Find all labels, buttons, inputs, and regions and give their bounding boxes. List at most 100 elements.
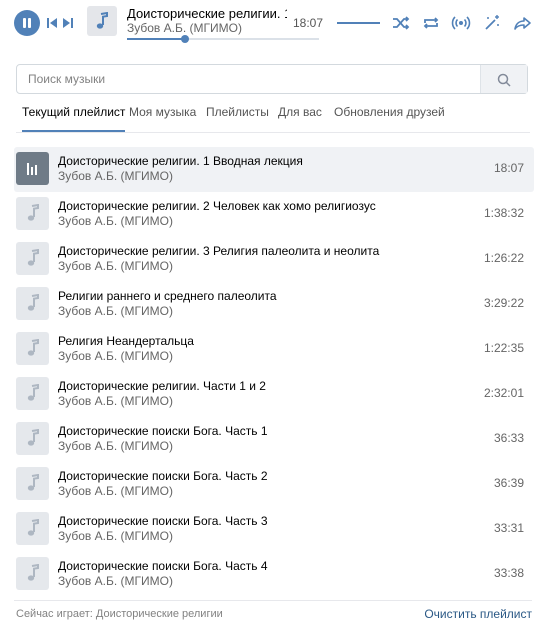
track-title[interactable]: Религия Неандертальца xyxy=(58,334,194,348)
track-artist[interactable]: Зубов А.Б. (МГИМО) xyxy=(58,574,173,588)
progress-fill xyxy=(127,38,185,40)
music-note-icon xyxy=(27,564,39,581)
track-artist[interactable]: Зубов А.Б. (МГИМО) xyxy=(58,304,173,318)
tab-playlists[interactable]: Плейлисты xyxy=(206,105,269,132)
music-note-icon xyxy=(27,249,39,266)
tab-friends-updates[interactable]: Обновления друзей xyxy=(334,105,445,132)
track-artist[interactable]: Зубов А.Б. (МГИМО) xyxy=(58,439,173,453)
track-row[interactable]: Доисторические поиски Бога. Часть 3 Зубо… xyxy=(14,507,534,552)
track-title[interactable]: Доисторические поиски Бога. Часть 4 xyxy=(58,559,268,573)
tab-my-music[interactable]: Моя музыка xyxy=(129,105,196,132)
volume-slider[interactable] xyxy=(337,22,380,24)
track-row[interactable]: Религия Неандертальца Зубов А.Б. (МГИМО)… xyxy=(14,327,534,372)
track-cover[interactable] xyxy=(16,287,49,320)
repeat-icon xyxy=(423,17,439,29)
now-playing-cover xyxy=(87,6,117,36)
search-input[interactable] xyxy=(17,65,483,93)
track-cover[interactable] xyxy=(16,512,49,545)
now-playing-title[interactable]: Доисторические религии. 1 … xyxy=(127,6,287,21)
track-duration: 33:31 xyxy=(493,521,524,535)
track-duration: 36:39 xyxy=(493,476,524,490)
track-title[interactable]: Доисторические религии. 3 Религия палеол… xyxy=(58,244,379,258)
pause-icon xyxy=(23,18,26,28)
track-cover[interactable] xyxy=(16,197,49,230)
track-artist[interactable]: Зубов А.Б. (МГИМО) xyxy=(58,259,173,273)
playlist-footer: Сейчас играет: Доисторические религии Оч… xyxy=(14,600,532,626)
track-title[interactable]: Доисторические поиски Бога. Часть 2 xyxy=(58,469,268,483)
clear-playlist-button[interactable]: Очистить плейлист xyxy=(424,607,532,621)
track-cover[interactable] xyxy=(16,377,49,410)
music-note-icon xyxy=(27,339,39,356)
track-title[interactable]: Доисторические поиски Бога. Часть 1 xyxy=(58,424,268,438)
track-artist[interactable]: Зубов А.Б. (МГИМО) xyxy=(58,484,173,498)
audio-player-bar: Доисторические религии. 1 … Зубов А.Б. (… xyxy=(0,0,545,48)
track-row[interactable]: Доисторические религии. 3 Религия палеол… xyxy=(14,237,534,282)
search-icon xyxy=(497,73,511,87)
track-row[interactable]: Доисторические поиски Бога. Часть 4 Зубо… xyxy=(14,552,534,597)
track-row[interactable]: Доисторические поиски Бога. Часть 2 Зубо… xyxy=(14,462,534,507)
previous-button[interactable] xyxy=(46,16,58,30)
broadcast-icon xyxy=(451,16,471,30)
track-duration: 2:32:01 xyxy=(483,386,524,400)
now-playing-status: Сейчас играет: Доисторические религии xyxy=(16,608,223,620)
track-artist[interactable]: Зубов А.Б. (МГИМО) xyxy=(58,169,173,183)
share-button[interactable] xyxy=(512,13,532,33)
share-icon xyxy=(514,17,531,30)
track-cover[interactable] xyxy=(16,242,49,275)
track-title[interactable]: Доисторические поиски Бога. Часть 3 xyxy=(58,514,268,528)
broadcast-button[interactable] xyxy=(451,13,471,33)
track-duration: 1:22:35 xyxy=(483,341,524,355)
shuffle-icon xyxy=(393,16,410,30)
progress-handle[interactable] xyxy=(180,35,189,43)
next-icon xyxy=(63,18,73,28)
music-note-icon xyxy=(27,204,39,221)
music-search xyxy=(16,64,528,94)
music-note-icon xyxy=(27,519,39,536)
track-duration: 1:26:22 xyxy=(483,251,524,265)
search-button[interactable] xyxy=(480,65,527,93)
track-duration: 36:33 xyxy=(493,431,524,445)
track-duration: 33:38 xyxy=(493,566,524,580)
track-cover[interactable] xyxy=(16,467,49,500)
track-cover[interactable] xyxy=(16,422,49,455)
track-cover[interactable] xyxy=(16,557,49,590)
track-duration: 1:38:32 xyxy=(483,206,524,220)
now-playing-time: 18:07 xyxy=(293,16,324,30)
tab-current-playlist[interactable]: Текущий плейлист xyxy=(22,105,126,132)
magic-wand-icon xyxy=(485,15,499,30)
track-artist[interactable]: Зубов А.Б. (МГИМО) xyxy=(58,214,173,228)
track-duration: 18:07 xyxy=(493,161,524,175)
track-artist[interactable]: Зубов А.Б. (МГИМО) xyxy=(58,529,173,543)
track-title[interactable]: Доисторические религии. Части 1 и 2 xyxy=(58,379,266,393)
music-note-icon xyxy=(96,12,108,29)
track-title[interactable]: Доисторические религии. 2 Человек как хо… xyxy=(58,199,376,213)
music-note-icon xyxy=(27,384,39,401)
track-row[interactable]: Доисторические поиски Бога. Часть 1 Зубо… xyxy=(14,417,534,462)
shuffle-button[interactable] xyxy=(391,13,411,33)
previous-icon xyxy=(47,18,57,28)
next-button[interactable] xyxy=(62,16,74,30)
track-list: Доисторические религии. 1 Вводная лекция… xyxy=(14,147,534,597)
track-title[interactable]: Доисторические религии. 1 Вводная лекция xyxy=(58,154,303,168)
recommendations-button[interactable] xyxy=(482,13,502,33)
progress-bar[interactable] xyxy=(127,35,319,43)
music-note-icon xyxy=(27,294,39,311)
track-row[interactable]: Религии раннего и среднего палеолита Зуб… xyxy=(14,282,534,327)
now-playing-artist[interactable]: Зубов А.Б. (МГИМО) xyxy=(127,21,242,35)
pause-button[interactable] xyxy=(14,10,40,36)
track-title[interactable]: Религии раннего и среднего палеолита xyxy=(58,289,277,303)
music-note-icon xyxy=(27,474,39,491)
music-tabs: Текущий плейлист Моя музыка Плейлисты Дл… xyxy=(16,105,530,133)
music-note-icon xyxy=(27,429,39,446)
track-artist[interactable]: Зубов А.Б. (МГИМО) xyxy=(58,349,173,363)
track-artist[interactable]: Зубов А.Б. (МГИМО) xyxy=(58,394,173,408)
track-cover[interactable] xyxy=(16,152,49,185)
track-cover[interactable] xyxy=(16,332,49,365)
repeat-button[interactable] xyxy=(421,13,441,33)
track-row[interactable]: Доисторические религии. Части 1 и 2 Зубо… xyxy=(14,372,534,417)
track-duration: 3:29:22 xyxy=(483,296,524,310)
track-row-playing[interactable]: Доисторические религии. 1 Вводная лекция… xyxy=(14,147,534,192)
track-row[interactable]: Доисторические религии. 2 Человек как хо… xyxy=(14,192,534,237)
tab-for-you[interactable]: Для вас xyxy=(278,105,322,132)
equalizer-icon xyxy=(27,163,37,175)
